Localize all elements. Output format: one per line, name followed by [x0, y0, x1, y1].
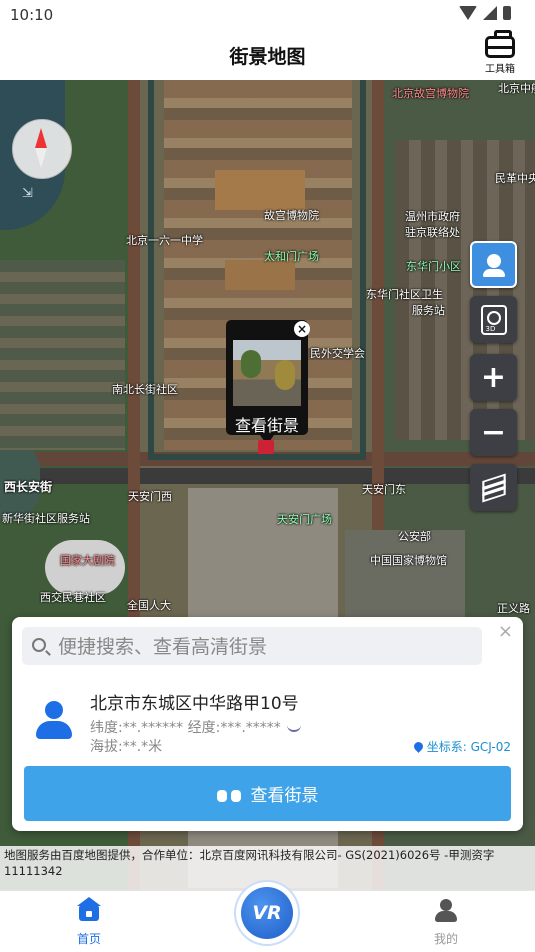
- home-icon: [77, 897, 101, 921]
- profile-icon: [435, 899, 457, 923]
- map-label[interactable]: 故宫博物院: [264, 207, 319, 223]
- battery-icon: [503, 6, 511, 20]
- page-title: 街景地图: [229, 46, 306, 68]
- minus-icon: −: [480, 414, 507, 450]
- status-bar: 10:10: [0, 0, 535, 30]
- map-label[interactable]: 北京中船: [498, 80, 535, 96]
- vr-icon: VR: [241, 887, 293, 939]
- map-label[interactable]: 西交民巷社区: [40, 589, 106, 605]
- compass-south-icon: [35, 148, 47, 168]
- map-label[interactable]: 西长安街: [4, 478, 52, 495]
- search-icon: [32, 638, 46, 652]
- map-label[interactable]: 北京一六一中学: [126, 232, 203, 248]
- map-label[interactable]: 公安部: [398, 528, 431, 544]
- map-label[interactable]: 东华门小区: [406, 258, 461, 274]
- layers-icon: [481, 473, 507, 502]
- map-label[interactable]: 新华街社区服务站: [2, 510, 90, 526]
- nav-home-label: 首页: [76, 932, 101, 946]
- compass-north-icon: [35, 128, 47, 148]
- location-icon: [411, 740, 425, 753]
- map-label[interactable]: 温州市政府: [405, 208, 460, 224]
- streetview-popup[interactable]: 查看街景 ×: [226, 320, 310, 445]
- person-icon: [482, 253, 505, 277]
- coordinate-system[interactable]: 坐标系: GCJ-02: [411, 738, 511, 755]
- card-close-button[interactable]: ×: [498, 621, 513, 642]
- crs-value: GCJ-02: [470, 740, 511, 754]
- streetview-mode-button[interactable]: [470, 241, 517, 288]
- location-pin-icon[interactable]: [258, 440, 274, 454]
- map-scale-icon: ⇲: [22, 186, 33, 201]
- map-label[interactable]: 民革中央: [495, 170, 535, 186]
- toolbox-icon: [485, 30, 515, 58]
- address-text: 北京市东城区中华路甲10号: [90, 694, 299, 714]
- popup-close-button[interactable]: ×: [294, 321, 310, 337]
- map-label[interactable]: 正义路: [497, 600, 530, 616]
- map-label[interactable]: 国家大剧院: [60, 552, 115, 568]
- user-avatar-icon: [34, 699, 74, 743]
- popup-caption[interactable]: 查看街景: [226, 412, 308, 436]
- search-bar[interactable]: [22, 627, 482, 667]
- nav-me-label: 我的: [433, 932, 458, 946]
- map-label[interactable]: 天安门西: [128, 488, 172, 504]
- wifi-icon: [459, 6, 477, 20]
- map-label[interactable]: 服务站: [412, 302, 445, 318]
- binoculars-icon: [216, 786, 241, 802]
- status-icons: [459, 6, 511, 20]
- altitude-text: 海拔:**.*米: [90, 739, 163, 755]
- toolbox-label: 工具箱: [485, 64, 515, 75]
- map-layers-button[interactable]: [470, 464, 517, 511]
- zoom-in-button[interactable]: +: [470, 354, 517, 401]
- zoom-out-button[interactable]: −: [470, 409, 517, 456]
- coordinates-text: 纬度:**.****** 经度:***.*****: [90, 720, 281, 736]
- view-streetview-button[interactable]: 查看街景: [24, 766, 511, 821]
- nav-home[interactable]: 首页: [49, 897, 129, 947]
- coordinates-row: 纬度:**.****** 经度:***.*****: [90, 717, 301, 737]
- app-header: 街景地图 工具箱: [0, 30, 535, 80]
- view-3d-icon: [480, 304, 507, 335]
- map-label[interactable]: 驻京联络处: [405, 224, 460, 240]
- hidden-eye-icon[interactable]: [286, 724, 301, 732]
- map-label[interactable]: 北京故宫博物院: [392, 85, 469, 101]
- streetview-thumbnail[interactable]: [233, 340, 301, 406]
- view-streetview-label: 查看街景: [250, 786, 319, 806]
- status-time: 10:10: [10, 6, 54, 24]
- map-label[interactable]: 中国国家博物馆: [370, 552, 447, 568]
- view-3d-button[interactable]: [470, 296, 517, 343]
- crs-label: 坐标系:: [426, 740, 467, 754]
- search-input[interactable]: [56, 627, 470, 667]
- compass-button[interactable]: [12, 119, 72, 179]
- map-label[interactable]: 东华门社区卫生: [366, 286, 443, 302]
- signal-icon: [483, 6, 497, 20]
- map-label[interactable]: 南北长街社区: [112, 381, 178, 397]
- map-label[interactable]: 天安门东: [362, 481, 406, 497]
- location-card: × 北京市东城区中华路甲10号 纬度:**.****** 经度:***.****…: [12, 617, 523, 831]
- map-label[interactable]: 全国人大: [127, 597, 171, 613]
- map-label[interactable]: 天安门广场: [277, 511, 332, 527]
- plus-icon: +: [480, 359, 507, 395]
- nav-me[interactable]: 我的: [406, 899, 486, 947]
- map-label[interactable]: 太和门广场: [264, 248, 319, 264]
- map-label[interactable]: 民外交学会: [310, 345, 365, 361]
- vr-button[interactable]: VR: [236, 882, 298, 944]
- toolbox-button[interactable]: 工具箱: [482, 30, 518, 75]
